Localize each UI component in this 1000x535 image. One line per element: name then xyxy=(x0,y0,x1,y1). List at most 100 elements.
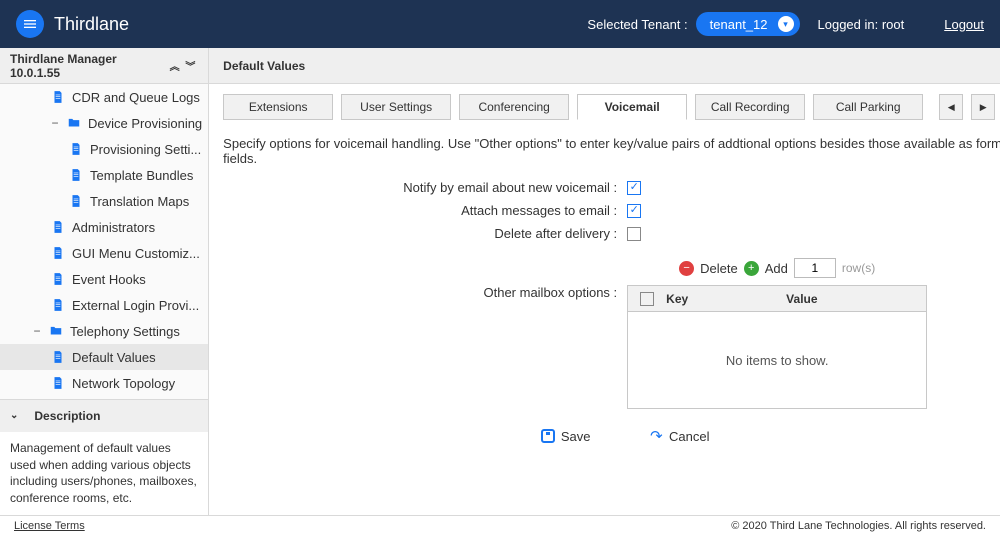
kv-table-header: Key Value xyxy=(628,286,926,312)
sidebar-item[interactable]: Administrators xyxy=(0,214,208,240)
panel-body: Specify options for voicemail handling. … xyxy=(209,120,1000,515)
collapse-up-icon[interactable]: ︽ xyxy=(167,58,183,73)
license-link[interactable]: License Terms xyxy=(14,520,85,532)
sidebar-item-label: Template Bundles xyxy=(90,168,193,183)
sidebar-item-label: Provisioning Setti... xyxy=(90,142,201,157)
page-icon xyxy=(50,219,66,235)
page-icon xyxy=(68,193,84,209)
cancel-label: Cancel xyxy=(669,429,709,444)
save-label: Save xyxy=(561,429,591,444)
tab[interactable]: Voicemail xyxy=(577,94,687,120)
page-icon xyxy=(68,167,84,183)
attach-checkbox[interactable] xyxy=(627,204,641,218)
tree-toggle-icon[interactable]: − xyxy=(32,324,42,338)
save-icon xyxy=(541,429,555,443)
kv-empty-text: No items to show. xyxy=(628,312,926,408)
delete-label: Delete after delivery : xyxy=(223,226,623,241)
panel-hint: Specify options for voicemail handling. … xyxy=(223,136,1000,166)
description-body: Management of default values used when a… xyxy=(0,432,208,515)
topbar: Thirdlane Selected Tenant : tenant_12 ▾ … xyxy=(0,0,1000,48)
tenant-value: tenant_12 xyxy=(710,17,768,32)
chevron-down-icon: ⌄ xyxy=(10,410,18,421)
panel-header: Default Values ⟳ xyxy=(209,48,1000,84)
page-icon xyxy=(68,141,84,157)
logout-link[interactable]: Logout xyxy=(944,17,984,32)
tab[interactable]: Conferencing xyxy=(459,94,569,120)
sidebar-item-label: GUI Menu Customiz... xyxy=(72,246,200,261)
sidebar-item[interactable]: Provisioning Setti... xyxy=(0,136,208,162)
logo-icon xyxy=(22,16,38,32)
sidebar-item-label: Default Values xyxy=(72,350,156,365)
footer: License Terms © 2020 Third Lane Technolo… xyxy=(0,515,1000,535)
undo-icon: ↶ xyxy=(650,427,663,445)
notify-label: Notify by email about new voicemail : xyxy=(223,180,623,195)
sidebar-item[interactable]: CDR and Queue Logs xyxy=(0,84,208,110)
sidebar: Thirdlane Manager 10.0.1.55 ︽ ︾ CDR and … xyxy=(0,48,209,515)
kv-value-header: Value xyxy=(782,292,926,306)
sidebar-title: Thirdlane Manager 10.0.1.55 xyxy=(10,52,167,80)
description-title: Description xyxy=(34,409,100,423)
tab[interactable]: Extensions xyxy=(223,94,333,120)
folder-icon xyxy=(66,115,82,131)
page-icon xyxy=(50,271,66,287)
page-icon xyxy=(50,245,66,261)
sidebar-item-label: CDR and Queue Logs xyxy=(72,90,200,105)
sidebar-item[interactable]: − Telephony Settings xyxy=(0,318,208,344)
description-panel: ⌄ Description Management of default valu… xyxy=(0,399,208,515)
kv-table: Key Value No items to show. xyxy=(627,285,927,409)
page-icon xyxy=(50,349,66,365)
main-panel: Default Values ⟳ Extensions User Settings… xyxy=(209,48,1000,515)
rows-hint: row(s) xyxy=(842,261,875,275)
sidebar-item[interactable]: Event Hooks xyxy=(0,266,208,292)
form-buttons: Save ↶ Cancel xyxy=(223,409,1000,455)
rows-input[interactable] xyxy=(794,258,836,278)
select-all-checkbox[interactable] xyxy=(640,292,654,306)
notify-checkbox[interactable] xyxy=(627,181,641,195)
sidebar-item-label: Network Topology xyxy=(72,376,175,391)
sidebar-item[interactable]: External Login Provi... xyxy=(0,292,208,318)
cancel-button[interactable]: ↶ Cancel xyxy=(650,427,709,445)
sidebar-header: Thirdlane Manager 10.0.1.55 ︽ ︾ xyxy=(0,48,208,84)
folder-icon xyxy=(48,323,64,339)
sidebar-item-label: Event Hooks xyxy=(72,272,146,287)
sidebar-item-label: Telephony Settings xyxy=(70,324,180,339)
sidebar-item[interactable]: GUI Menu Customiz... xyxy=(0,240,208,266)
brand-logo xyxy=(16,10,44,38)
add-label: Add xyxy=(765,261,788,276)
description-header[interactable]: ⌄ Description xyxy=(0,400,208,432)
sidebar-item-label: External Login Provi... xyxy=(72,298,199,313)
sidebar-item-label: Translation Maps xyxy=(90,194,189,209)
tabs-row: Extensions User Settings Conferencing Voice… xyxy=(209,84,1000,120)
delete-label: Delete xyxy=(700,261,738,276)
sidebar-item-label: Administrators xyxy=(72,220,155,235)
panel-title: Default Values xyxy=(223,59,305,73)
tab-next-button[interactable]: ▶ xyxy=(971,94,995,120)
page-icon xyxy=(50,375,66,391)
sidebar-item[interactable]: Translation Maps xyxy=(0,188,208,214)
nav-tree: CDR and Queue Logs−Device ProvisioningPr… xyxy=(0,84,208,399)
expand-down-icon[interactable]: ︾ xyxy=(183,58,199,73)
brand-name: Thirdlane xyxy=(54,14,129,35)
save-button[interactable]: Save xyxy=(541,429,591,444)
tenant-selector[interactable]: tenant_12 ▾ xyxy=(696,12,800,36)
sidebar-item[interactable]: − Device Provisioning xyxy=(0,110,208,136)
tab-prev-button[interactable]: ◀ xyxy=(939,94,963,120)
tab[interactable]: Call Parking xyxy=(813,94,923,120)
delete-checkbox[interactable] xyxy=(627,227,641,241)
attach-label: Attach messages to email : xyxy=(223,203,623,218)
tab[interactable]: Call Recording xyxy=(695,94,805,120)
sidebar-item[interactable]: Template Bundles xyxy=(0,162,208,188)
sidebar-item-label: Device Provisioning xyxy=(88,116,202,131)
sidebar-item[interactable]: Default Values xyxy=(0,344,208,370)
kv-key-header: Key xyxy=(662,292,782,306)
kv-action-bar: − Delete + Add row(s) xyxy=(627,255,927,281)
page-icon xyxy=(50,89,66,105)
logged-in-text: Logged in: root xyxy=(818,17,905,32)
add-row-button[interactable]: + xyxy=(744,261,759,276)
copyright-text: © 2020 Third Lane Technologies. All righ… xyxy=(731,520,986,532)
tree-toggle-icon[interactable]: − xyxy=(50,116,60,130)
tab[interactable]: User Settings xyxy=(341,94,451,120)
other-mailbox-label: Other mailbox options : xyxy=(223,255,623,300)
delete-row-button[interactable]: − xyxy=(679,261,694,276)
sidebar-item[interactable]: Network Topology xyxy=(0,370,208,396)
